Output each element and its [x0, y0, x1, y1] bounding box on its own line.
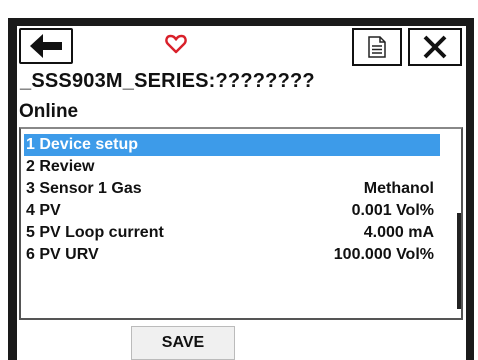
- menu-item-sensor-gas[interactable]: 3 Sensor 1 Gas Methanol: [24, 178, 440, 200]
- close-button[interactable]: [408, 28, 462, 66]
- menu-item-pv-loop-current[interactable]: 5 PV Loop current 4.000 mA: [24, 222, 440, 244]
- screen: _SSS903M_SERIES:???????? Online 1 Device…: [17, 26, 466, 360]
- menu-item-label: 2 Review: [26, 158, 95, 175]
- device-title: _SSS903M_SERIES:????????: [20, 70, 315, 92]
- back-button[interactable]: [19, 28, 73, 64]
- menu-item-value: 4.000 mA: [363, 224, 434, 241]
- arrow-left-icon: [30, 34, 62, 58]
- menu-list: 1 Device setup 2 Review 3 Sensor 1 Gas M…: [19, 127, 463, 320]
- menu-item-value: Methanol: [363, 180, 434, 197]
- menu-item-label: 5 PV Loop current: [26, 224, 164, 241]
- heart-outline-icon[interactable]: [165, 34, 187, 54]
- connection-status: Online: [19, 101, 79, 122]
- menu-item-label: 6 PV URV: [26, 246, 99, 263]
- scrollbar-thumb[interactable]: [457, 213, 461, 309]
- scrollbar[interactable]: [457, 133, 461, 313]
- menu-item-label: 1 Device setup: [26, 136, 139, 153]
- document-button[interactable]: [352, 28, 402, 66]
- save-button[interactable]: SAVE: [131, 326, 235, 360]
- menu-item-label: 3 Sensor 1 Gas: [26, 180, 142, 197]
- menu-item-device-setup[interactable]: 1 Device setup: [24, 134, 440, 156]
- document-icon: [368, 36, 386, 58]
- menu-item-value: 100.000 Vol%: [333, 246, 434, 263]
- bottom-bar: SAVE: [17, 322, 466, 360]
- close-x-icon: [423, 35, 447, 59]
- menu-item-label: 4 PV: [26, 202, 61, 219]
- menu-item-value: 0.001 Vol%: [351, 202, 434, 219]
- menu-item-pv[interactable]: 4 PV 0.001 Vol%: [24, 200, 440, 222]
- menu-item-review[interactable]: 2 Review: [24, 156, 440, 178]
- top-bar: [17, 26, 466, 68]
- menu-item-pv-urv[interactable]: 6 PV URV 100.000 Vol%: [24, 244, 440, 266]
- menu-items: 1 Device setup 2 Review 3 Sensor 1 Gas M…: [24, 132, 440, 315]
